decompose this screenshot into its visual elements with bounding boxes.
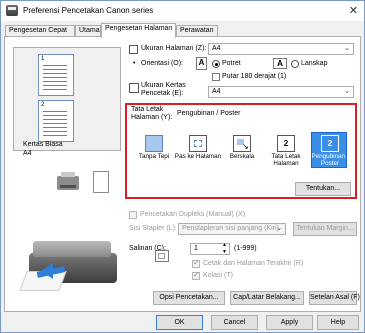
portrait-label[interactable]: Potret (222, 60, 241, 67)
printer-paper-size-value: A4 (212, 88, 221, 95)
duplex-checkbox[interactable] (129, 211, 137, 219)
page-size-value: A4 (212, 45, 221, 52)
stamp-background-button[interactable]: Cap/Latar Belakang... (230, 291, 304, 305)
page-number-label: 2 (41, 102, 45, 108)
spin-arrows-icon[interactable]: ▲ ▼ (222, 242, 227, 256)
collate-label: Kolasi (T) (203, 272, 233, 279)
page-size-label: Ukuran Halaman (Z): (141, 45, 207, 52)
landscape-icon: A (273, 58, 287, 69)
page-layout-value: Pengubinan / Poster (177, 110, 241, 117)
layout-option-page-layout[interactable]: 2 Tata Letak Halaman (267, 132, 303, 168)
stapling-side-dropdown[interactable]: Penstapleran sisi panjang (Kiri) ⌄ (178, 223, 286, 235)
specify-button[interactable]: Tentukan... (295, 182, 351, 196)
layout-preview: 1 2 (13, 47, 121, 151)
page-layout-icon: 2 (277, 135, 295, 152)
copies-value: 1 (194, 245, 198, 252)
page-size-dropdown[interactable]: A4 ⌄ (208, 43, 354, 55)
tab-page-setup[interactable]: Pengesetan Halaman (101, 23, 176, 38)
fit-to-page-icon (189, 135, 207, 152)
copies-range: (1-999) (234, 245, 257, 252)
preview-page-2: 2 (38, 100, 74, 142)
layout-option-fit-to-page[interactable]: Pas ke Halaman (175, 132, 221, 168)
printer-paper-size-label: Ukuran Kertas Pencetak (E): (141, 82, 186, 97)
rotate-180-label[interactable]: Putar 180 derajat (1) (222, 73, 286, 80)
rotate-180-checkbox[interactable] (212, 73, 220, 81)
printer-app-icon (6, 5, 18, 16)
printer-small-icon (57, 172, 79, 190)
page-layout-highlight: Tata Letak Halaman (Y): Pengubinan / Pos… (125, 103, 357, 199)
chevron-down-icon: ⌄ (344, 88, 350, 95)
duplex-label: Pencetakan Dupleks (Manual) (X) (140, 211, 246, 218)
layout-option-scaled[interactable]: ↘ Berskala (223, 132, 259, 168)
page-size-icon (129, 45, 138, 54)
portrait-icon: A (196, 57, 207, 70)
copies-input[interactable]: 1 ▲ ▼ (190, 242, 230, 256)
layout-option-label: Pengubinan / Poster (311, 153, 349, 167)
layout-option-borderless[interactable]: Tanpa Tepi (135, 132, 171, 168)
specify-margin-button[interactable]: Tentukan Margin... (293, 222, 357, 236)
window-title: Preferensi Pencetakan Canon series (23, 6, 154, 15)
print-options-button[interactable]: Opsi Pencetakan... (153, 291, 225, 305)
page-number-label: 1 (41, 56, 45, 62)
close-icon[interactable]: ✕ (349, 4, 358, 17)
printer-paper-icon (129, 83, 139, 93)
collate-checkbox[interactable] (192, 270, 200, 280)
page-layout-label: Tata Letak Halaman (Y): (131, 106, 173, 121)
stapling-side-value: Penstapleran sisi panjang (Kiri) (182, 225, 279, 232)
cancel-button[interactable]: Cancel (211, 315, 258, 330)
help-button[interactable]: Help (317, 315, 359, 330)
orientation-bullet: • (133, 60, 136, 67)
stapling-side-label: Sisi Stapler (L): (129, 225, 177, 232)
chevron-down-icon: ⌄ (344, 45, 350, 52)
preview-page-1: 1 (38, 54, 74, 96)
title-bar: Preferensi Pencetakan Canon series ✕ (1, 1, 364, 21)
scaled-icon: ↘ (233, 135, 251, 152)
ok-button[interactable]: OK (156, 315, 203, 330)
borderless-icon (145, 135, 163, 152)
print-last-page-checkbox[interactable] (192, 258, 200, 268)
tiling-poster-icon: 2 (321, 135, 339, 152)
print-last-page-label: Cetak dari Halaman Terakhir (R) (203, 260, 304, 267)
chevron-down-icon: ⌄ (276, 225, 282, 232)
apply-button[interactable]: Apply (266, 315, 313, 330)
paper-icon (93, 171, 109, 193)
page-layout-list: Tanpa Tepi Pas ke Halaman ↘ Berskala 2 T… (131, 123, 353, 173)
landscape-radio[interactable] (291, 60, 299, 68)
layout-option-tiling-poster[interactable]: 2 Pengubinan / Poster (311, 132, 349, 168)
printing-preferences-window: Preferensi Pencetakan Canon series ✕ Pen… (0, 0, 365, 333)
portrait-radio[interactable] (212, 60, 220, 68)
copies-icon (155, 250, 169, 262)
page-setup-panel: 1 2 Kertas Biasa A4 Ukuran Halaman (Z): … (4, 36, 361, 312)
printer-illustration (19, 223, 123, 291)
orientation-label: Orientasi (O): (141, 60, 184, 67)
paper-size-label: A4 (23, 150, 32, 157)
defaults-button[interactable]: Setelan Asal (F) (309, 291, 360, 305)
landscape-label[interactable]: Lanskap (301, 60, 327, 67)
printer-paper-size-dropdown[interactable]: A4 ⌄ (208, 86, 354, 98)
media-type-label: Kertas Biasa (23, 141, 63, 148)
